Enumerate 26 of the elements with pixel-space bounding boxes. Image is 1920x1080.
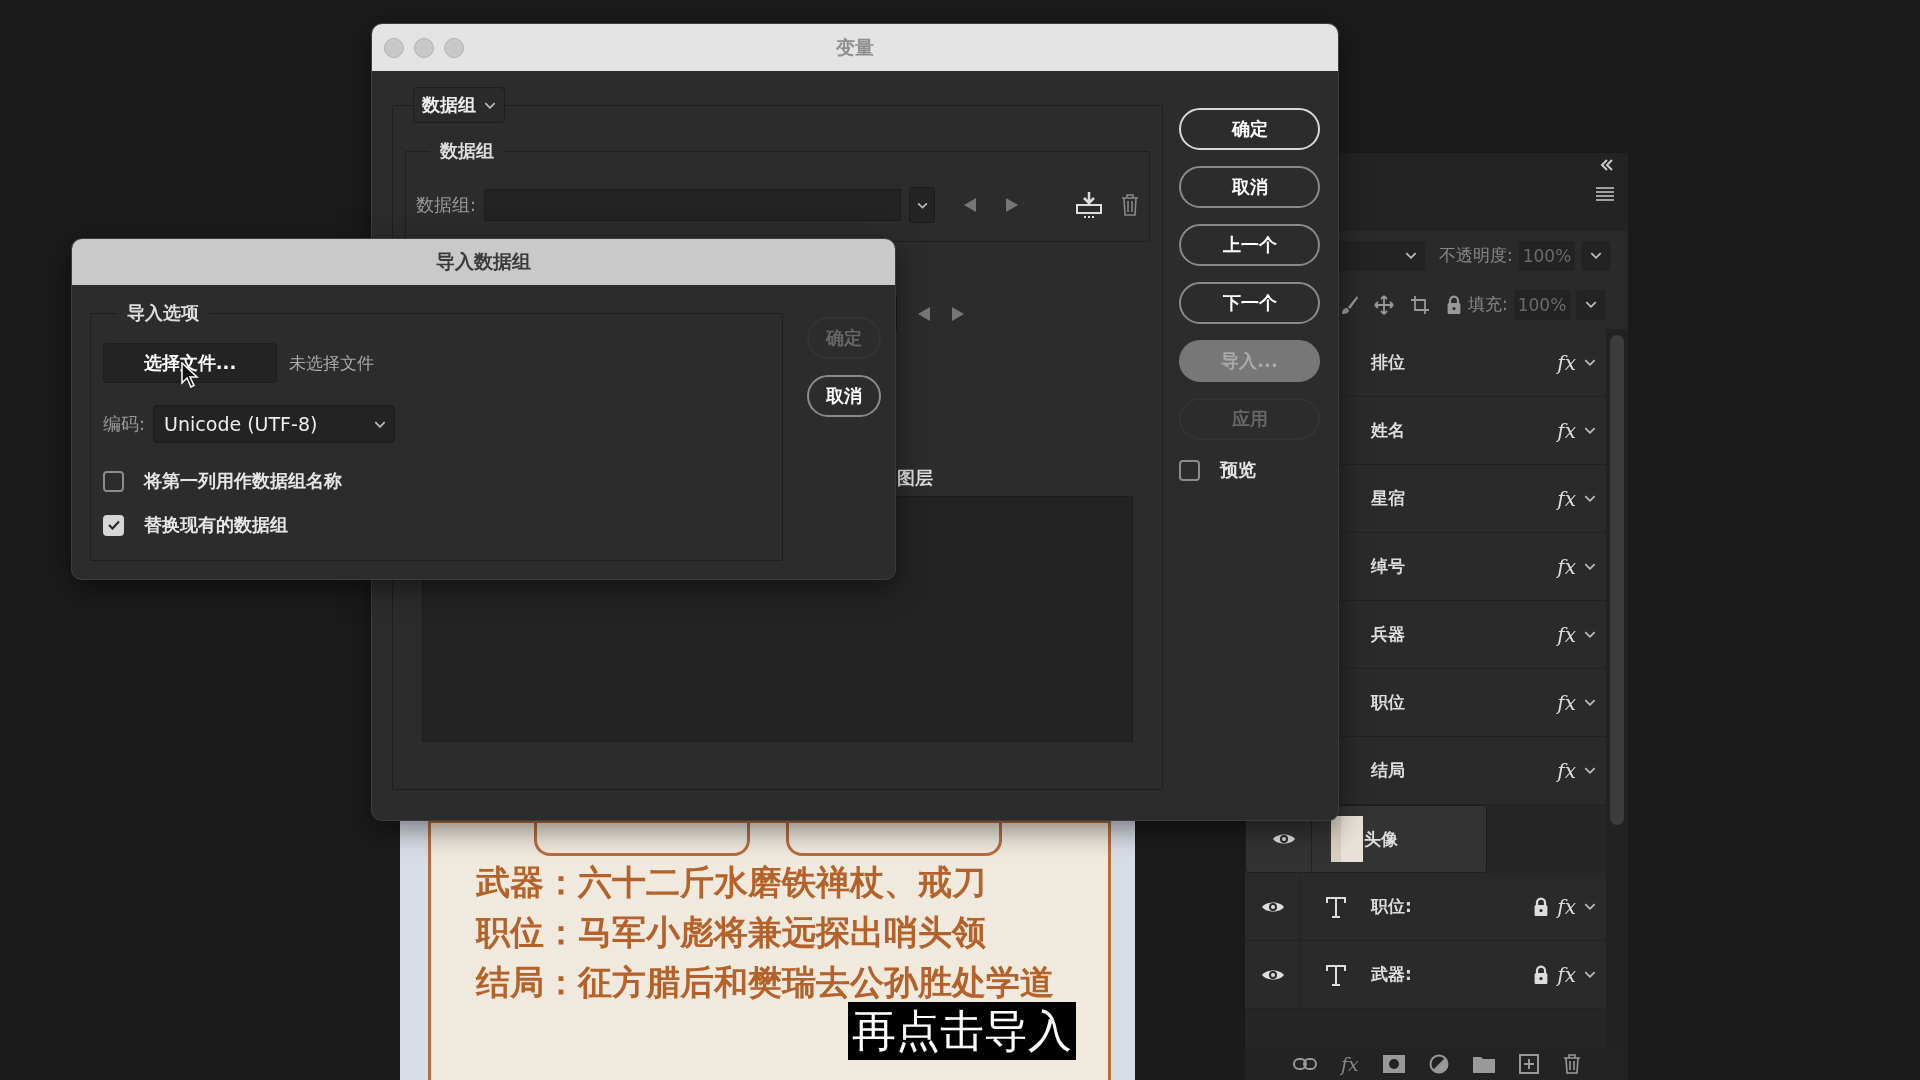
opacity-label: 不透明度: bbox=[1439, 244, 1513, 267]
subtitle-caption: 再点击导入 bbox=[848, 1002, 1076, 1060]
layer-name: 排位 bbox=[1371, 351, 1406, 374]
layer-name: 职位 bbox=[1371, 691, 1406, 714]
section-label: 图层 bbox=[897, 466, 933, 490]
layer-name: 绰号 bbox=[1371, 555, 1406, 578]
group-title: 数据组 bbox=[439, 139, 495, 163]
file-status: 未选择文件 bbox=[289, 351, 374, 375]
checkbox-label: 替换现有的数据组 bbox=[144, 513, 288, 537]
window-title: 导入数据组 bbox=[436, 249, 531, 274]
layer-name: 星宿 bbox=[1371, 487, 1406, 510]
checkbox-label: 将第一列用作数据组名称 bbox=[144, 469, 342, 493]
poster-text: 结局：征方腊后和樊瑞去公孙胜处学道 bbox=[476, 961, 1055, 1004]
layer-name: 结局 bbox=[1371, 759, 1406, 782]
layer-name: 兵器 bbox=[1371, 623, 1406, 646]
layer-name: 职位: bbox=[1371, 895, 1413, 918]
layer-name: 姓名 bbox=[1371, 419, 1406, 442]
window-title: 变量 bbox=[836, 34, 874, 60]
layer-name: 头像 bbox=[1364, 827, 1399, 851]
field-label: 编码: bbox=[103, 412, 146, 436]
field-label: 数据组: bbox=[416, 193, 477, 217]
fill-label: 填充: bbox=[1468, 293, 1508, 316]
layer-name: 武器: bbox=[1371, 963, 1413, 986]
group-title: 导入选项 bbox=[126, 301, 200, 325]
poster-text: 武器：六十二斤水磨铁禅杖、戒刀 bbox=[476, 861, 987, 904]
poster-text: 职位：马军小彪将兼远探出哨头领 bbox=[476, 911, 987, 954]
